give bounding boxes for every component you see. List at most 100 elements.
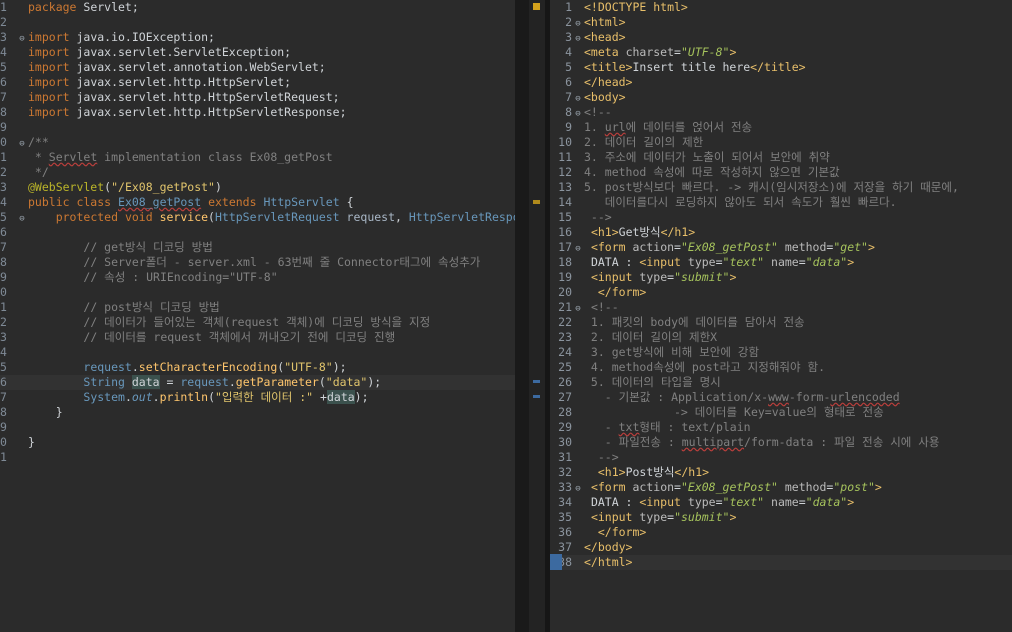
- code-text[interactable]: System.out.println("입력한 데이터 :" +data);: [28, 390, 369, 404]
- code-line[interactable]: 6 String data = request.getParameter("da…: [0, 375, 515, 390]
- code-text[interactable]: </head>: [584, 75, 632, 89]
- java-editor[interactable]: 1 package Servlet; 2 3 ⊖ import java.io.IOExc…: [0, 0, 515, 632]
- code-text[interactable]: // 데이터가 들어있는 객체(request 객체)에 디코딩 방식을 지정: [28, 315, 430, 329]
- editor-divider[interactable]: ▲: [515, 0, 529, 632]
- code-line[interactable]: 3 ⊖ import java.io.IOException;: [0, 30, 515, 45]
- code-text[interactable]: // Server폴더 - server.xml - 63번째 줄 Connec…: [28, 255, 480, 269]
- code-line[interactable]: 19 <input type="submit">: [550, 270, 1012, 285]
- code-text[interactable]: import java.io.IOException;: [28, 30, 215, 44]
- code-text[interactable]: import javax.servlet.http.HttpServletRes…: [28, 105, 347, 119]
- code-text[interactable]: import javax.servlet.http.HttpServlet;: [28, 75, 291, 89]
- code-text[interactable]: </body>: [584, 540, 632, 554]
- code-line[interactable]: 8 // Server폴더 - server.xml - 63번째 줄 Conn…: [0, 255, 515, 270]
- code-line[interactable]: 1 * Servlet implementation class Ex08_ge…: [0, 150, 515, 165]
- code-line[interactable]: 4 import javax.servlet.ServletException;: [0, 45, 515, 60]
- warning-marker[interactable]: [533, 200, 540, 204]
- code-line[interactable]: 37 </body>: [550, 540, 1012, 555]
- warning-marker-icon[interactable]: [533, 3, 540, 10]
- code-line[interactable]: 3 ⊖ <head>: [550, 30, 1012, 45]
- code-text[interactable]: -->: [584, 210, 612, 224]
- code-text[interactable]: <title>Insert title here</title>: [584, 60, 806, 74]
- code-line[interactable]: 26 5. 데이터의 타입을 명시: [550, 375, 1012, 390]
- overview-ruler[interactable]: [529, 0, 545, 632]
- code-line[interactable]: 0 ⊖/**: [0, 135, 515, 150]
- code-line[interactable]: 28 -> 데이터를 Key=value의 형태로 전송: [550, 405, 1012, 420]
- code-line[interactable]: 1 <!DOCTYPE html>: [550, 0, 1012, 15]
- code-text[interactable]: </form>: [584, 525, 646, 539]
- code-line[interactable]: 9: [0, 120, 515, 135]
- code-text[interactable]: }: [28, 435, 35, 449]
- code-line[interactable]: 36 </form>: [550, 525, 1012, 540]
- code-line[interactable]: 5 <title>Insert title here</title>: [550, 60, 1012, 75]
- code-text[interactable]: <h1>Get방식</h1>: [584, 225, 695, 239]
- code-line[interactable]: 7 ⊖ <body>: [550, 90, 1012, 105]
- code-line[interactable]: 25 4. method속성에 post라고 지정해줘야 함.: [550, 360, 1012, 375]
- code-line[interactable]: 1 package Servlet;: [0, 0, 515, 15]
- code-line[interactable]: 4: [0, 345, 515, 360]
- code-text[interactable]: import javax.servlet.annotation.WebServl…: [28, 60, 326, 74]
- code-line[interactable]: 8 }: [0, 405, 515, 420]
- code-line[interactable]: 1: [0, 450, 515, 465]
- code-text[interactable]: <h1>Post방식</h1>: [584, 465, 709, 479]
- occurrence-marker[interactable]: [533, 380, 540, 383]
- code-line[interactable]: 6 import javax.servlet.http.HttpServlet;: [0, 75, 515, 90]
- code-line[interactable]: 8 import javax.servlet.http.HttpServletRe…: [0, 105, 515, 120]
- code-line[interactable]: 4 public class Ex08_getPost extends HttpS…: [0, 195, 515, 210]
- code-text[interactable]: - txt형태 : text/plain: [584, 420, 751, 434]
- code-text[interactable]: 3. 주소에 데이터가 노출이 되어서 보안에 취약: [584, 150, 830, 164]
- code-line[interactable]: 32 <h1>Post방식</h1>: [550, 465, 1012, 480]
- code-line[interactable]: 21 ⊖ <!--: [550, 300, 1012, 315]
- code-line[interactable]: 1 // post방식 디코딩 방법: [0, 300, 515, 315]
- code-text[interactable]: 2. 데이터 길이의 제한X: [584, 330, 717, 344]
- code-line[interactable]: 18 DATA : <input type="text" name="data"…: [550, 255, 1012, 270]
- code-line[interactable]: 9 // 속성 : URIEncoding="UTF-8": [0, 270, 515, 285]
- code-text[interactable]: 5. post방식보다 빠르다. -> 캐시(임시저장소)에 저장을 하기 때문…: [584, 180, 959, 194]
- code-text[interactable]: <head>: [584, 30, 626, 44]
- code-text[interactable]: <!--: [584, 300, 619, 314]
- code-line[interactable]: 35 <input type="submit">: [550, 510, 1012, 525]
- code-line[interactable]: 15 -->: [550, 210, 1012, 225]
- code-text[interactable]: import javax.servlet.ServletException;: [28, 45, 291, 59]
- code-line[interactable]: 33 ⊖ <form action="Ex08_getPost" method="…: [550, 480, 1012, 495]
- code-line[interactable]: 9: [0, 420, 515, 435]
- code-text[interactable]: </html>: [584, 555, 632, 569]
- code-text[interactable]: 1. url에 데이터를 얹어서 전송: [584, 120, 752, 134]
- code-text[interactable]: String data = request.getParameter("data…: [28, 375, 381, 389]
- code-text[interactable]: <!DOCTYPE html>: [584, 0, 688, 14]
- code-text[interactable]: DATA : <input type="text" name="data">: [584, 255, 854, 269]
- code-line[interactable]: 13 5. post방식보다 빠르다. -> 캐시(임시저장소)에 저장을 하기 …: [550, 180, 1012, 195]
- code-text[interactable]: @WebServlet("/Ex08_getPost"): [28, 180, 222, 194]
- code-line[interactable]: 20 </form>: [550, 285, 1012, 300]
- code-text[interactable]: <html>: [584, 15, 626, 29]
- code-line[interactable]: 7 System.out.println("입력한 데이터 :" +data);: [0, 390, 515, 405]
- occurrence-marker[interactable]: [533, 395, 540, 398]
- code-text[interactable]: 1. 패킷의 body에 데이터를 담아서 전송: [584, 315, 805, 329]
- code-text[interactable]: 4. method속성에 post라고 지정해줘야 함.: [584, 360, 825, 374]
- code-text[interactable]: <form action="Ex08_getPost" method="get"…: [584, 240, 875, 254]
- code-line[interactable]: 2 ⊖ <html>: [550, 15, 1012, 30]
- code-text[interactable]: - 기본값 : Application/x-www-form-urlencode…: [584, 390, 900, 404]
- code-line[interactable]: 2 // 데이터가 들어있는 객체(request 객체)에 디코딩 방식을 지…: [0, 315, 515, 330]
- code-text[interactable]: package Servlet;: [28, 0, 139, 14]
- code-text[interactable]: import javax.servlet.http.HttpServletReq…: [28, 90, 340, 104]
- code-line[interactable]: 34 DATA : <input type="text" name="data"…: [550, 495, 1012, 510]
- code-text[interactable]: public class Ex08_getPost extends HttpSe…: [28, 195, 354, 209]
- code-line[interactable]: 2: [0, 15, 515, 30]
- code-line[interactable]: 16 <h1>Get방식</h1>: [550, 225, 1012, 240]
- code-line[interactable]: 9 1. url에 데이터를 얹어서 전송: [550, 120, 1012, 135]
- code-line[interactable]: 5 import javax.servlet.annotation.WebServ…: [0, 60, 515, 75]
- code-line[interactable]: 4 <meta charset="UTF-8">: [550, 45, 1012, 60]
- code-line[interactable]: 6 </head>: [550, 75, 1012, 90]
- code-line[interactable]: 29 - txt형태 : text/plain: [550, 420, 1012, 435]
- code-line[interactable]: 5 ⊖ protected void service(HttpServletReq…: [0, 210, 515, 225]
- code-text[interactable]: <form action="Ex08_getPost" method="post…: [584, 480, 882, 494]
- code-line[interactable]: 6: [0, 225, 515, 240]
- code-line[interactable]: 12 4. method 속성에 따로 작성하지 않으면 기본값: [550, 165, 1012, 180]
- html-editor[interactable]: 1 <!DOCTYPE html> 2 ⊖ <html> 3 ⊖ <head> 4 <meta c…: [550, 0, 1012, 632]
- code-line[interactable]: 0: [0, 285, 515, 300]
- code-line[interactable]: 27 - 기본값 : Application/x-www-form-urlenc…: [550, 390, 1012, 405]
- code-text[interactable]: /**: [28, 135, 49, 149]
- code-text[interactable]: <input type="submit">: [584, 510, 736, 524]
- code-line[interactable]: 3 @WebServlet("/Ex08_getPost"): [0, 180, 515, 195]
- code-text[interactable]: <!--: [584, 105, 612, 119]
